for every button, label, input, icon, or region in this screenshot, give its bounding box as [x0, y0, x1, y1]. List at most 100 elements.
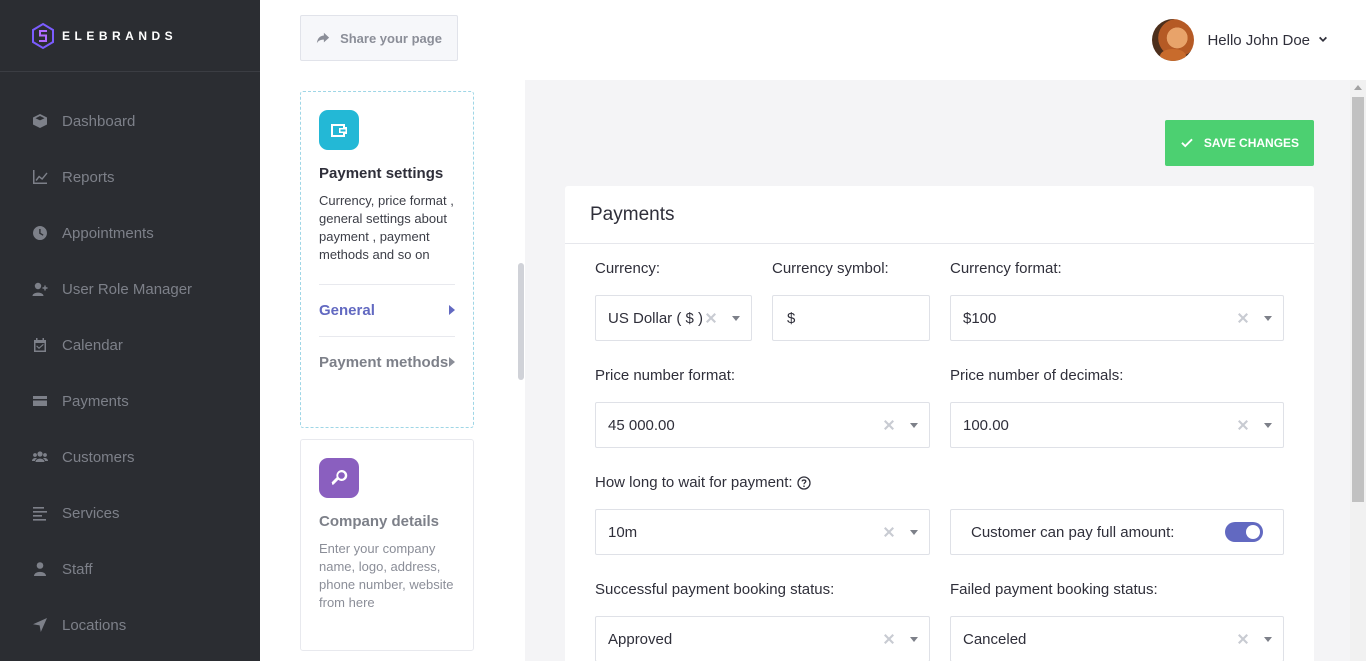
- failed-status-value: Canceled: [963, 630, 1027, 648]
- cube-icon: [32, 113, 48, 129]
- toggle-knob: [1246, 525, 1260, 539]
- failed-status-field: Failed payment booking status: Canceled: [950, 579, 1284, 661]
- price-number-format-label: Price number format:: [595, 367, 736, 384]
- pay-full-amount-toggle[interactable]: [1225, 522, 1263, 542]
- currency-symbol-label: Currency symbol:: [772, 260, 889, 277]
- currency-format-select[interactable]: $100: [950, 295, 1284, 341]
- currency-symbol-input[interactable]: $: [772, 295, 930, 341]
- sidebar-item-label: Services: [62, 504, 120, 522]
- sidebar-item-dashboard[interactable]: Dashboard: [0, 93, 260, 149]
- sidebar-item-label: Staff: [62, 560, 93, 578]
- success-status-field: Successful payment booking status: Appro…: [595, 579, 930, 661]
- sidebar-item-user-role-manager[interactable]: User Role Manager: [0, 261, 260, 317]
- price-decimals-select[interactable]: 100.00: [950, 402, 1284, 448]
- calendar-icon: [32, 337, 48, 353]
- company-details-card[interactable]: Company details Enter your company name,…: [300, 439, 474, 651]
- page-scrollbar-thumb[interactable]: [1352, 97, 1364, 502]
- pay-full-amount-label: Customer can pay full amount:: [971, 523, 1175, 541]
- brand-logo[interactable]: ELEBRANDS: [0, 0, 260, 72]
- sidebar-item-staff[interactable]: Staff: [0, 541, 260, 597]
- failed-status-select[interactable]: Canceled: [950, 616, 1284, 661]
- save-changes-button[interactable]: SAVE CHANGES: [1165, 120, 1314, 166]
- avatar: [1152, 19, 1195, 61]
- company-details-title: Company details: [319, 513, 440, 530]
- sidebar-item-label: Locations: [62, 616, 127, 634]
- success-status-value: Approved: [608, 630, 673, 648]
- caret-down-icon: [1264, 423, 1272, 428]
- wait-for-payment-label: How long to wait for payment:: [595, 474, 793, 491]
- price-number-format-select[interactable]: 45 000.00: [595, 402, 930, 448]
- sidebar-item-label: Payments: [62, 392, 129, 410]
- settings-column: Payment settings Currency, price format …: [260, 80, 525, 661]
- main-content: SAVE CHANGES Payments Currency: US Dolla…: [525, 80, 1350, 661]
- currency-label: Currency:: [595, 260, 661, 277]
- wait-for-payment-field: How long to wait for payment: 10m: [595, 472, 930, 555]
- key-icon: [331, 469, 348, 485]
- sidebar-item-services[interactable]: Services: [0, 485, 260, 541]
- user-plus-icon: [32, 281, 48, 297]
- caret-down-icon: [732, 316, 740, 321]
- settings-column-scrollbar[interactable]: [518, 263, 524, 380]
- clear-icon[interactable]: [884, 634, 894, 644]
- sidebar-item-locations[interactable]: Locations: [0, 597, 260, 653]
- user-icon: [32, 561, 48, 577]
- price-number-format-field: Price number format: 45 000.00: [595, 365, 930, 448]
- page-scrollbar[interactable]: [1350, 80, 1366, 661]
- currency-format-value: $100: [963, 309, 997, 327]
- caret-down-icon: [910, 637, 918, 642]
- currency-select[interactable]: US Dollar ( $ ): [595, 295, 752, 341]
- success-status-label: Successful payment booking status:: [595, 581, 835, 598]
- wallet-icon: [32, 393, 48, 409]
- payment-settings-card[interactable]: Payment settings Currency, price format …: [300, 91, 474, 428]
- help-circle-icon[interactable]: [796, 476, 811, 490]
- clear-icon[interactable]: [884, 420, 894, 430]
- sidebar-item-customers[interactable]: Customers: [0, 429, 260, 485]
- payment-methods-link[interactable]: Payment methods: [319, 336, 455, 388]
- wait-for-payment-select[interactable]: 10m: [595, 509, 930, 555]
- sidebar-item-calendar[interactable]: Calendar: [0, 317, 260, 373]
- caret-down-icon: [910, 530, 918, 535]
- caret-down-icon: [1264, 637, 1272, 642]
- share-page-label: Share your page: [340, 30, 442, 46]
- users-icon: [32, 449, 48, 465]
- success-status-select[interactable]: Approved: [595, 616, 930, 661]
- general-link[interactable]: General: [319, 284, 455, 336]
- wallet-card-icon: [319, 110, 359, 150]
- share-page-button[interactable]: Share your page: [300, 15, 458, 61]
- price-decimals-label: Price number of decimals:: [950, 367, 1124, 384]
- top-header: Share your page Hello John Doe: [260, 0, 1366, 80]
- currency-format-field: Currency format: $100: [950, 258, 1284, 341]
- price-number-format-value: 45 000.00: [608, 416, 675, 434]
- list-icon: [32, 505, 48, 521]
- sidebar-item-appointments[interactable]: Appointments: [0, 205, 260, 261]
- scroll-up-arrow-icon[interactable]: [1354, 85, 1362, 90]
- clear-icon[interactable]: [884, 527, 894, 537]
- price-decimals-value: 100.00: [963, 416, 1009, 434]
- sidebar-item-reports[interactable]: Reports: [0, 149, 260, 205]
- user-menu[interactable]: Hello John Doe: [1152, 19, 1328, 61]
- sidebar-item-label: Reports: [62, 168, 115, 186]
- sidebar-item-payments[interactable]: Payments: [0, 373, 260, 429]
- clear-icon[interactable]: [706, 313, 716, 323]
- chevron-down-icon: [1319, 36, 1327, 42]
- payment-settings-description: Currency, price format , general setting…: [319, 193, 454, 262]
- company-details-description: Enter your company name, logo, address, …: [319, 541, 454, 610]
- payments-panel: Payments Currency: US Dollar ( $ ) Curre…: [565, 186, 1314, 661]
- sidebar-item-label: User Role Manager: [62, 280, 193, 298]
- chart-line-icon: [32, 169, 48, 185]
- key-card-icon: [319, 458, 359, 498]
- currency-value: US Dollar ( $ ): [608, 309, 704, 327]
- caret-right-icon: [449, 305, 455, 315]
- currency-field: Currency: US Dollar ( $ ): [595, 258, 752, 341]
- sidebar-nav: Dashboard Reports Appointments User Role…: [0, 72, 260, 653]
- check-icon: [1181, 138, 1193, 148]
- sidebar-item-label: Calendar: [62, 336, 123, 354]
- failed-status-label: Failed payment booking status:: [950, 581, 1158, 598]
- clear-icon[interactable]: [1238, 313, 1248, 323]
- clear-icon[interactable]: [1238, 634, 1248, 644]
- clear-icon[interactable]: [1238, 420, 1248, 430]
- user-greeting: Hello John Doe: [1207, 31, 1310, 49]
- wait-for-payment-value: 10m: [608, 523, 638, 541]
- location-arrow-icon: [32, 617, 48, 633]
- currency-format-label: Currency format:: [950, 260, 1062, 277]
